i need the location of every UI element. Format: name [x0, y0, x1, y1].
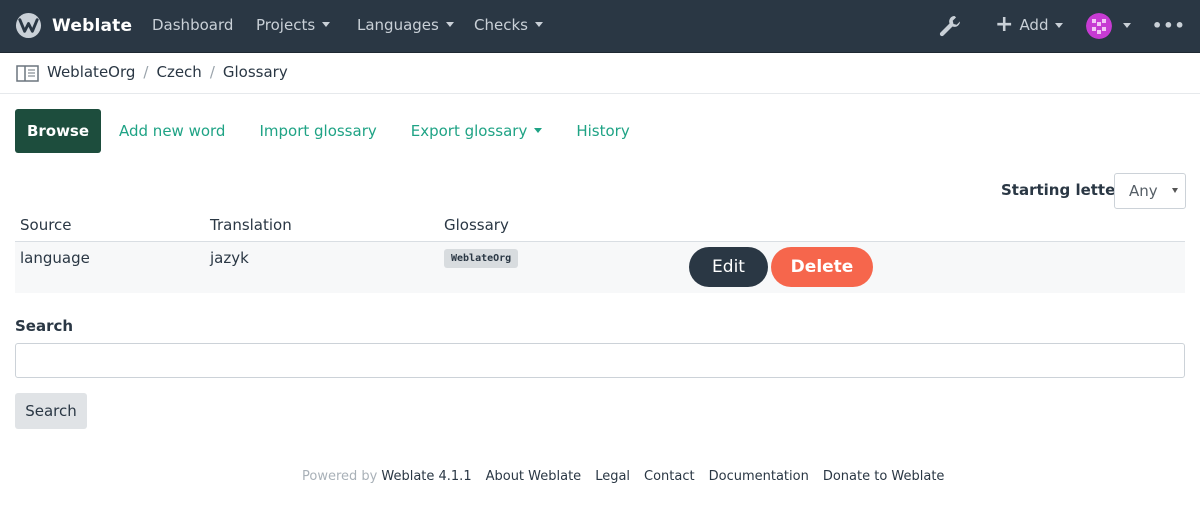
starting-letter-value: Any	[1129, 182, 1158, 200]
nav-languages-label: Languages	[357, 16, 439, 34]
breadcrumb-separator: /	[143, 63, 149, 81]
footer-documentation-link[interactable]: Documentation	[709, 469, 809, 484]
footer-legal-link[interactable]: Legal	[595, 469, 630, 484]
delete-button[interactable]: Delete	[771, 247, 873, 287]
tab-add-new-word[interactable]: Add new word	[119, 122, 225, 140]
breadcrumb-glossary[interactable]: Glossary	[223, 63, 288, 81]
column-glossary: Glossary	[444, 216, 509, 234]
glossary-tabs: Browse Add new word Import glossary Expo…	[15, 109, 630, 153]
tab-history[interactable]: History	[576, 122, 629, 140]
chevron-down-icon	[322, 22, 331, 27]
search-input[interactable]	[15, 343, 1185, 378]
edit-button[interactable]: Edit	[689, 247, 768, 287]
user-avatar[interactable]	[1086, 13, 1112, 39]
weblate-logo-icon	[15, 12, 42, 39]
chevron-down-icon	[1055, 22, 1064, 28]
nav-dashboard-label: Dashboard	[152, 16, 234, 34]
footer-version-link[interactable]: Weblate 4.1.1	[381, 469, 471, 484]
footer: Powered by Weblate 4.1.1 About Weblate L…	[302, 469, 944, 484]
table-header: Source Translation Glossary	[15, 209, 1185, 242]
glossary-badge: WeblateOrg	[444, 249, 519, 268]
chevron-down-icon	[534, 128, 543, 133]
breadcrumb-bar: WeblateOrg / Czech / Glossary	[0, 53, 1200, 94]
nav-checks[interactable]: Checks	[474, 16, 543, 34]
breadcrumb-separator: /	[209, 63, 215, 81]
select-caret-icon	[1172, 188, 1178, 193]
breadcrumb: WeblateOrg / Czech / Glossary	[47, 63, 288, 81]
tab-export-label: Export glossary	[410, 122, 528, 140]
wrench-icon[interactable]	[937, 13, 963, 39]
nav-projects[interactable]: Projects	[256, 16, 331, 34]
source-cell: language	[20, 249, 90, 267]
powered-by-text: Powered by	[302, 469, 378, 484]
nav-checks-label: Checks	[474, 16, 528, 34]
footer-about-link[interactable]: About Weblate	[486, 469, 582, 484]
table-row: language jazyk WeblateOrg Edit Delete	[15, 242, 1185, 293]
add-label: Add	[1019, 16, 1049, 34]
brand-link[interactable]: Weblate	[15, 12, 132, 39]
starting-letter-select[interactable]: Any	[1114, 173, 1186, 209]
add-menu[interactable]: + Add	[995, 12, 1064, 37]
chevron-down-icon[interactable]	[1123, 23, 1131, 28]
tab-export-glossary[interactable]: Export glossary	[411, 122, 543, 140]
translation-cell: jazyk	[210, 249, 249, 267]
nav-projects-label: Projects	[256, 16, 316, 34]
starting-letter-label: Starting letter	[1001, 181, 1123, 199]
search-label: Search	[15, 317, 74, 335]
tab-browse[interactable]: Browse	[15, 109, 101, 153]
brand-name: Weblate	[52, 15, 133, 36]
nav-dashboard[interactable]: Dashboard	[152, 16, 233, 34]
tab-import-glossary[interactable]: Import glossary	[259, 122, 376, 140]
more-dots-icon[interactable]: •••	[1152, 16, 1186, 35]
chevron-down-icon	[534, 22, 543, 27]
plus-icon: +	[995, 12, 1014, 37]
search-button[interactable]: Search	[15, 393, 87, 429]
column-source: Source	[20, 216, 72, 234]
footer-donate-link[interactable]: Donate to Weblate	[823, 469, 945, 484]
column-translation: Translation	[210, 216, 292, 234]
glossary-book-icon	[16, 65, 39, 82]
footer-contact-link[interactable]: Contact	[644, 469, 695, 484]
glossary-table: Source Translation Glossary language jaz…	[15, 209, 1185, 293]
top-navbar: Weblate Dashboard Projects Languages Che…	[0, 0, 1200, 53]
nav-languages[interactable]: Languages	[357, 16, 454, 34]
chevron-down-icon	[445, 22, 454, 27]
breadcrumb-project[interactable]: WeblateOrg	[47, 63, 135, 81]
breadcrumb-language[interactable]: Czech	[156, 63, 201, 81]
